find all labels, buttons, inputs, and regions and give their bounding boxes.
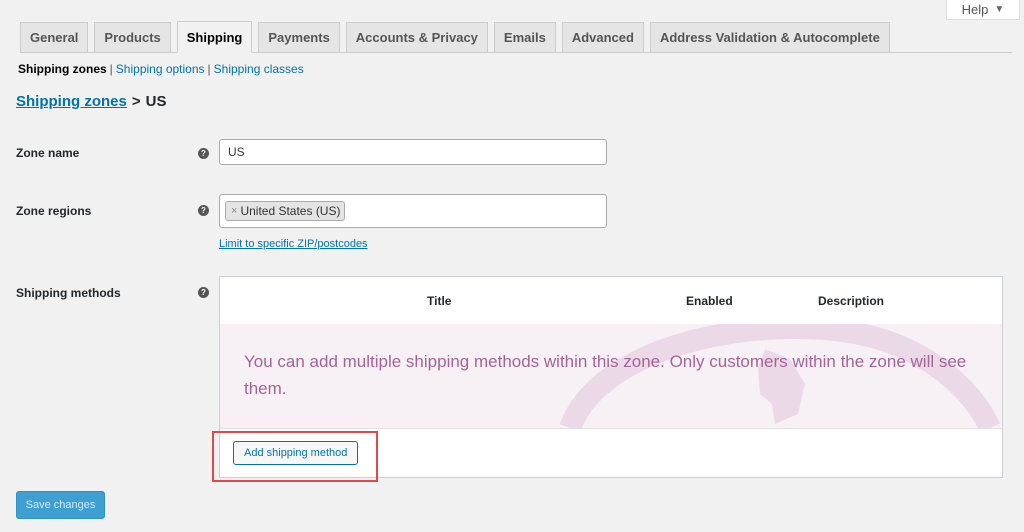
tab-payments[interactable]: Payments — [258, 22, 340, 52]
tab-accounts-privacy[interactable]: Accounts & Privacy — [345, 22, 488, 52]
subnav-separator: | — [207, 62, 211, 76]
table-header: Title Enabled Description — [220, 277, 1002, 325]
zone-name-label: Zone name — [16, 146, 80, 160]
subnav-separator: | — [109, 62, 113, 76]
shipping-methods-help-icon[interactable]: ? — [198, 287, 209, 298]
breadcrumb-shipping-zones-link[interactable]: Shipping zones — [16, 93, 127, 110]
caret-down-icon: ▼ — [994, 4, 1005, 15]
breadcrumb: Shipping zones > US — [16, 93, 166, 110]
tab-general[interactable]: General — [20, 22, 89, 52]
zone-name-input[interactable] — [228, 145, 598, 159]
shipping-methods-label: Shipping methods — [16, 286, 121, 300]
zone-name-help-icon[interactable]: ? — [198, 148, 209, 159]
subnav-shipping-zones[interactable]: Shipping zones — [18, 62, 107, 76]
column-description: Description — [818, 294, 885, 308]
shipping-subnav: Shipping zones | Shipping options | Ship… — [18, 62, 304, 76]
breadcrumb-separator: > — [131, 93, 141, 110]
tab-emails[interactable]: Emails — [493, 22, 556, 52]
zone-regions-label: Zone regions — [16, 204, 92, 218]
help-button[interactable]: Help ▼ — [946, 0, 1020, 20]
blank-state: You can add multiple shipping methods wi… — [220, 324, 1002, 429]
column-enabled: Enabled — [686, 294, 733, 308]
remove-region-icon[interactable]: × — [231, 205, 237, 217]
save-changes-button[interactable]: Save changes — [16, 491, 105, 519]
zone-name-field[interactable] — [219, 139, 607, 165]
subnav-shipping-classes[interactable]: Shipping classes — [214, 62, 304, 76]
shipping-methods-table: Title Enabled Description You can add mu… — [219, 276, 1003, 478]
tab-address-validation[interactable]: Address Validation & Autocomplete — [649, 22, 890, 52]
tab-products[interactable]: Products — [94, 22, 171, 52]
zone-regions-help-icon[interactable]: ? — [198, 205, 209, 216]
zone-regions-select[interactable]: × United States (US) — [219, 194, 607, 228]
subnav-shipping-options[interactable]: Shipping options — [116, 62, 205, 76]
column-title: Title — [427, 294, 452, 308]
help-label: Help — [961, 2, 989, 17]
region-chip: × United States (US) — [225, 201, 346, 221]
tab-shipping[interactable]: Shipping — [176, 21, 253, 53]
tab-advanced[interactable]: Advanced — [561, 22, 644, 52]
region-chip-label: United States (US) — [240, 204, 341, 218]
add-shipping-method-button[interactable]: Add shipping method — [233, 441, 359, 465]
blank-state-message: You can add multiple shipping methods wi… — [244, 352, 967, 398]
limit-postcodes-link[interactable]: Limit to specific ZIP/postcodes — [219, 238, 368, 250]
settings-tabs: General Products Shipping Payments Accou… — [20, 20, 1012, 53]
breadcrumb-current: US — [145, 93, 167, 110]
